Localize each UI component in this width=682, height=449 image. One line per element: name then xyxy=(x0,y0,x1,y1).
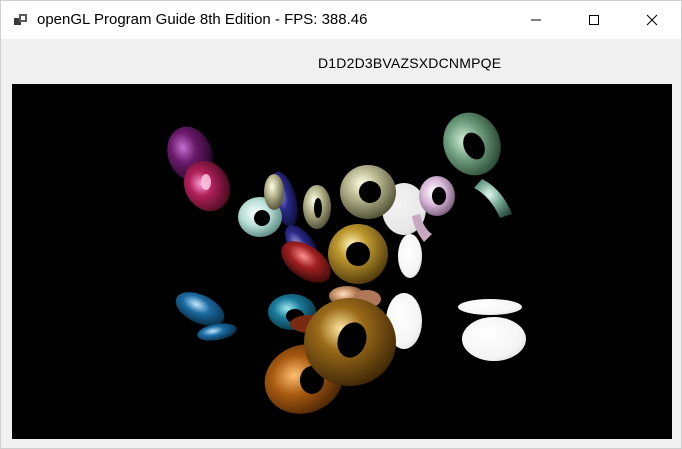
maximize-icon xyxy=(589,15,599,25)
torus-mint xyxy=(238,174,284,237)
opengl-viewport[interactable] xyxy=(12,84,672,439)
minimize-button[interactable] xyxy=(507,1,565,39)
title-bar[interactable]: openGL Program Guide 8th Edition - FPS: … xyxy=(1,1,681,39)
minimize-icon xyxy=(531,19,541,21)
status-label: D1D2D3BVAZSXDCNMPQE xyxy=(318,55,502,71)
maximize-button[interactable] xyxy=(565,1,623,39)
torus-maroon xyxy=(167,126,231,212)
app-icon[interactable] xyxy=(13,12,29,28)
close-button[interactable] xyxy=(623,1,681,39)
torus-gold xyxy=(328,224,388,284)
close-icon xyxy=(646,14,658,26)
window-title: openGL Program Guide 8th Edition - FPS: … xyxy=(37,11,368,28)
torus-khaki-2 xyxy=(340,165,396,219)
torus-khaki-1 xyxy=(303,185,331,229)
torus-sky xyxy=(175,292,237,341)
app-window: openGL Program Guide 8th Edition - FPS: … xyxy=(0,0,682,449)
tori-scene xyxy=(167,112,526,414)
torus-white-4 xyxy=(458,299,526,361)
torus-white-2 xyxy=(398,234,422,278)
torus-bronze xyxy=(304,298,396,386)
